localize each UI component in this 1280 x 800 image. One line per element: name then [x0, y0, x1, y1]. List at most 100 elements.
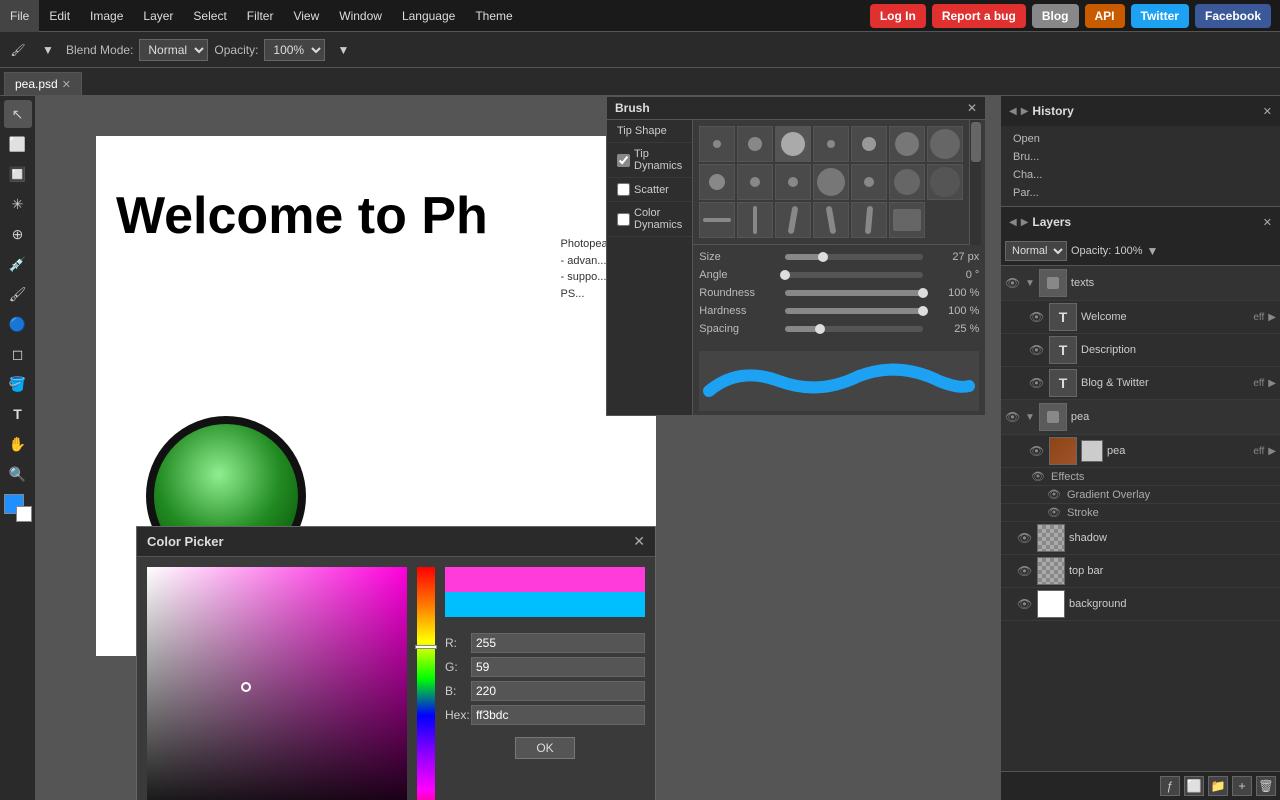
brush-thumb-12[interactable] [851, 164, 887, 200]
layer-topbar[interactable]: 👁 top bar [1001, 555, 1280, 588]
layers-delete-btn[interactable]: 🗑 [1256, 776, 1276, 796]
login-button[interactable]: Log In [870, 4, 926, 28]
opacity-select[interactable]: 100% [264, 39, 325, 61]
cp-hue-bar[interactable] [417, 567, 435, 800]
layer-description-eye[interactable]: 👁 [1029, 343, 1045, 357]
cp-ok-button[interactable]: OK [515, 737, 574, 759]
cp-r-input[interactable] [471, 633, 645, 653]
layers-blend-select[interactable]: Normal [1005, 241, 1067, 261]
layer-pea-group-eye[interactable]: 👁 [1005, 410, 1021, 424]
brush-roundness-slider[interactable] [785, 290, 923, 296]
layer-stroke-eye[interactable]: 👁 [1047, 506, 1063, 519]
move-tool[interactable]: ↖ [4, 100, 32, 128]
brush-scatter[interactable]: Scatter [607, 178, 692, 202]
brush-color-dynamics-check[interactable] [617, 213, 630, 226]
brush-thumb-1[interactable] [699, 126, 735, 162]
menu-layer[interactable]: Layer [133, 0, 183, 32]
layers-add-style-btn[interactable]: ƒ [1160, 776, 1180, 796]
menu-file[interactable]: File [0, 0, 39, 32]
eraser-tool[interactable]: ◻ [4, 340, 32, 368]
brush-panel-close[interactable]: ✕ [967, 101, 977, 115]
layers-close[interactable]: ✕ [1263, 216, 1272, 229]
brush-scroll-thumb[interactable] [971, 122, 981, 162]
brush-thumb-14[interactable] [927, 164, 963, 200]
layer-texts-eye[interactable]: 👁 [1005, 276, 1021, 290]
zoom-tool[interactable]: 🔍 [4, 460, 32, 488]
lasso-tool[interactable]: 🔲 [4, 160, 32, 188]
brush-tip-dynamics-check[interactable] [617, 154, 630, 167]
brush-color-dynamics[interactable]: Color Dynamics [607, 202, 692, 237]
layer-effects-eye[interactable]: 👁 [1031, 470, 1047, 483]
history-close[interactable]: ✕ [1263, 105, 1272, 118]
brush-thumb-3[interactable] [775, 126, 811, 162]
brush-thumb-8[interactable] [699, 164, 735, 200]
layer-welcome[interactable]: 👁 T Welcome eff ▶ [1001, 301, 1280, 334]
eyedropper-tool[interactable]: 💉 [4, 250, 32, 278]
layers-opacity-dropdown[interactable]: ▼ [1147, 244, 1159, 258]
brush-thumb-4[interactable] [813, 126, 849, 162]
layers-nav-prev[interactable]: ◀ [1009, 217, 1017, 228]
brush-thumb-15[interactable] [699, 202, 735, 238]
layer-group-texts[interactable]: 👁 ▼ texts [1001, 266, 1280, 301]
layer-gradient-eye[interactable]: 👁 [1047, 488, 1063, 501]
api-button[interactable]: API [1085, 4, 1125, 28]
layers-nav-next[interactable]: ▶ [1021, 217, 1029, 228]
layers-new-layer-btn[interactable]: + [1232, 776, 1252, 796]
stamp-tool[interactable]: 🔵 [4, 310, 32, 338]
menu-select[interactable]: Select [183, 0, 236, 32]
layer-gradient-overlay[interactable]: 👁 Gradient Overlay [1001, 486, 1280, 504]
brush-thumb-20[interactable] [889, 202, 925, 238]
opacity-dropdown[interactable]: ▼ [331, 38, 355, 62]
layer-pea-arrow[interactable]: ▶ [1268, 446, 1276, 457]
brush-thumb-6[interactable] [889, 126, 925, 162]
cp-hex-input[interactable] [471, 705, 645, 725]
brush-scatter-check[interactable] [617, 183, 630, 196]
layer-group-pea[interactable]: 👁 ▼ pea [1001, 400, 1280, 435]
history-item-open[interactable]: Open [1005, 130, 1276, 148]
hand-tool[interactable]: ✋ [4, 430, 32, 458]
layer-pea-mask[interactable] [1081, 440, 1103, 462]
layers-add-mask-btn[interactable]: ⬜ [1184, 776, 1204, 796]
layer-background[interactable]: 👁 background [1001, 588, 1280, 621]
text-tool[interactable]: T [4, 400, 32, 428]
layer-pea[interactable]: 👁 pea eff ▶ [1001, 435, 1280, 468]
layer-blog-twitter[interactable]: 👁 T Blog & Twitter eff ▶ [1001, 367, 1280, 400]
blend-mode-select[interactable]: Normal [139, 39, 208, 61]
brush-spacing-slider[interactable] [785, 326, 923, 332]
transform-tool[interactable]: ⊕ [4, 220, 32, 248]
cp-close-button[interactable]: ✕ [633, 533, 645, 550]
layer-welcome-arrow[interactable]: ▶ [1268, 312, 1276, 323]
magic-wand-tool[interactable]: ✳ [4, 190, 32, 218]
brush-tool-icon[interactable]: 🖌 [6, 38, 30, 62]
history-nav-next[interactable]: ▶ [1021, 106, 1029, 117]
brush-hardness-slider[interactable] [785, 308, 923, 314]
brush-thumb-5[interactable] [851, 126, 887, 162]
background-color[interactable] [16, 506, 32, 522]
layer-description[interactable]: 👁 T Description [1001, 334, 1280, 367]
brush-tip-shape[interactable]: Tip Shape [607, 120, 692, 143]
select-rect-tool[interactable]: ⬜ [4, 130, 32, 158]
blog-button[interactable]: Blog [1032, 4, 1079, 28]
brush-thumb-11[interactable] [813, 164, 849, 200]
brush-thumb-7[interactable] [927, 126, 963, 162]
layer-shadow[interactable]: 👁 shadow [1001, 522, 1280, 555]
layer-stroke[interactable]: 👁 Stroke [1001, 504, 1280, 522]
brush-dropdown[interactable]: ▼ [36, 38, 60, 62]
layer-pea-effects[interactable]: 👁 Effects [1001, 468, 1280, 486]
menu-language[interactable]: Language [392, 0, 465, 32]
menu-window[interactable]: Window [329, 0, 392, 32]
history-item-cha[interactable]: Cha... [1005, 166, 1276, 184]
brush-thumb-2[interactable] [737, 126, 773, 162]
brush-tip-dynamics[interactable]: Tip Dynamics [607, 143, 692, 178]
color-swatch[interactable] [4, 494, 32, 522]
layer-shadow-eye[interactable]: 👁 [1017, 531, 1033, 545]
brush-size-slider[interactable] [785, 254, 923, 260]
history-nav-prev[interactable]: ◀ [1009, 106, 1017, 117]
brush-thumb-18[interactable] [813, 202, 849, 238]
brush-thumb-16[interactable] [737, 202, 773, 238]
layer-background-eye[interactable]: 👁 [1017, 597, 1033, 611]
menu-image[interactable]: Image [80, 0, 133, 32]
cp-gradient[interactable] [147, 567, 407, 800]
menu-theme[interactable]: Theme [465, 0, 522, 32]
menu-view[interactable]: View [283, 0, 329, 32]
